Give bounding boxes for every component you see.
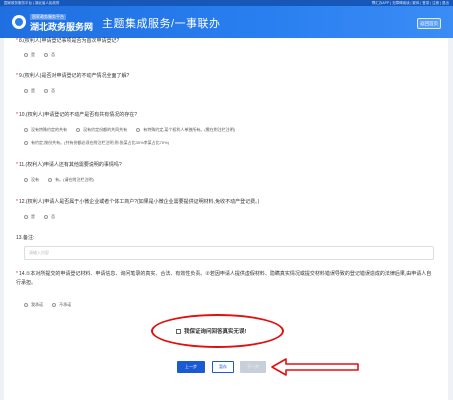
confirm-checkbox[interactable]: 我保证询问回答真实无误! [176,327,246,335]
q10-option-2[interactable]: 没有约定份额的共同共有 [76,127,127,133]
q14-option-no-promise[interactable]: 不承诺 [52,302,71,308]
required-mark: * [16,271,18,277]
q9-option-no[interactable]: 否 [44,88,55,94]
q10-option-3[interactable]: 有特殊约定,某个权利人单独所有。(需在附注栏注明) [136,127,235,133]
option-label: 否 [51,214,56,219]
question-14-label: 14.①本对所提交的申请登记材料、申请信息、询问笔录的真实、合法、有效性负责。②… [16,271,432,286]
option-label: 有约定,按份共有。(共有份额必须在附注栏注明,例:张某占比30%李某占比70%) [31,140,170,145]
question-11: *11.(权利人)申请人还有其他需要说明的事情吗? [16,161,122,168]
page-title: 主题集成服务/一事联办 [102,18,221,30]
question-9-options: 是 否 [24,88,63,94]
radio-icon[interactable] [24,302,28,307]
radio-icon[interactable] [44,214,49,219]
q8-option-yes[interactable]: 是 [24,52,35,58]
radio-icon[interactable] [24,140,28,145]
emblem-icon [12,15,26,29]
question-10-options-row1: 没有特殊约定的共有 没有约定份额的共同共有 有特殊约定,某个权利人单独所有。(需… [24,127,243,133]
radio-icon[interactable] [48,177,53,182]
q12-option-no[interactable]: 否 [44,214,55,220]
radio-icon[interactable] [76,127,81,132]
required-mark: * [16,162,18,168]
radio-icon[interactable] [24,127,28,132]
back-home-button[interactable]: 返回首页 [417,18,441,29]
q14-option-promise[interactable]: 我承诺 [24,302,43,308]
q10-option-1[interactable]: 没有特殊约定的共有 [24,127,67,133]
q9-option-yes[interactable]: 是 [24,88,35,94]
option-label: 有特殊约定,某个权利人单独所有。(需在附注栏注明) [143,127,236,132]
question-12-options: 是 否 [24,214,63,220]
radio-icon[interactable] [24,52,28,57]
radio-icon[interactable] [44,88,49,93]
q10-option-4[interactable]: 有约定,按份共有。(共有份额必须在附注栏注明,例:张某占比30%李某占比70%) [24,140,169,146]
q8-option-no[interactable]: 否 [44,52,55,58]
question-8-label: 8.(权利人)申请登记事项是否为首次申请登记? [18,38,120,44]
question-10: *10.(权利人)申请登记的不动产是否有共有情况的存在? [16,111,137,118]
question-9-label: 9.(权利人)是否对申请登记的不动产情况全面了解? [18,73,130,79]
question-12-label: 12.(权利人)申请人是否属于小微企业或者个体工商户?(如果是小微企业需要提供证… [18,199,260,205]
remark-placeholder: 请输入内容 [29,250,49,255]
q11-option-no[interactable]: 没有 [24,177,39,183]
option-label: 没有特殊约定的共有 [31,127,67,132]
option-label: 否 [51,52,56,57]
radio-icon[interactable] [24,214,28,219]
question-8-options: 是 否 [24,52,63,58]
option-label: 不承诺 [59,302,72,307]
next-step-button[interactable]: 下一步 [240,361,266,373]
option-label: 没有约定份额的共同共有 [83,127,128,132]
option-label: 是 [31,214,35,219]
checkbox-icon[interactable] [176,329,181,335]
question-10-options-row2: 有约定,按份共有。(共有份额必须在附注栏注明,例:张某占比30%李某占比70%) [24,140,177,146]
question-11-label: 11.(权利人)申请人还有其他需要说明的事情吗? [18,162,122,168]
arrow-left-icon [271,358,359,376]
question-8: *8.(权利人)申请登记事项是否为首次申请登记? [16,37,119,44]
radio-icon[interactable] [136,127,141,132]
required-mark: * [16,199,18,205]
prev-step-button[interactable]: 上一步 [177,361,205,373]
option-label: 我承诺 [31,302,43,307]
option-label: 没有 [31,177,39,182]
logo-title[interactable]: 湖北政务服务网 [30,20,93,33]
q12-option-yes[interactable]: 是 [24,214,35,220]
radio-icon[interactable] [24,88,28,93]
option-label: 是 [31,52,35,57]
option-label: 否 [51,88,56,93]
option-label: 有。(请在附注栏注明) [55,177,94,182]
radio-icon[interactable] [24,177,28,182]
required-mark: * [16,73,18,79]
question-13-label: 13.备注: [16,235,35,241]
radio-icon[interactable] [52,302,57,307]
site-header: 国家政务服务平台 湖北政务服务网 主题集成服务/一事联办 返回首页 [0,6,453,38]
question-11-options: 没有 有。(请在附注栏注明) [24,177,102,183]
question-14: *14.①本对所提交的申请登记材料、申请信息、询问笔录的真实、合法、有效性负责。… [16,270,436,288]
radio-icon[interactable] [44,52,49,57]
remark-textarea[interactable]: 请输入内容 [24,246,434,260]
required-mark: * [16,38,18,44]
save-draft-button[interactable]: 暂存 [212,361,234,373]
q11-option-yes[interactable]: 有。(请在附注栏注明) [48,177,94,183]
question-10-label: 10.(权利人)申请登记的不动产是否有共有情况的存在? [18,112,138,118]
option-label: 是 [31,88,35,93]
question-14-options: 我承诺 不承诺 [24,302,79,308]
question-9: *9.(权利人)是否对申请登记的不动产情况全面了解? [16,72,129,79]
required-mark: * [16,112,18,118]
confirm-label: 我保证询问回答真实无误! [184,329,247,335]
question-12: *12.(权利人)申请人是否属于小微企业或者个体工商户?(如果是小微企业需要提供… [16,198,259,205]
